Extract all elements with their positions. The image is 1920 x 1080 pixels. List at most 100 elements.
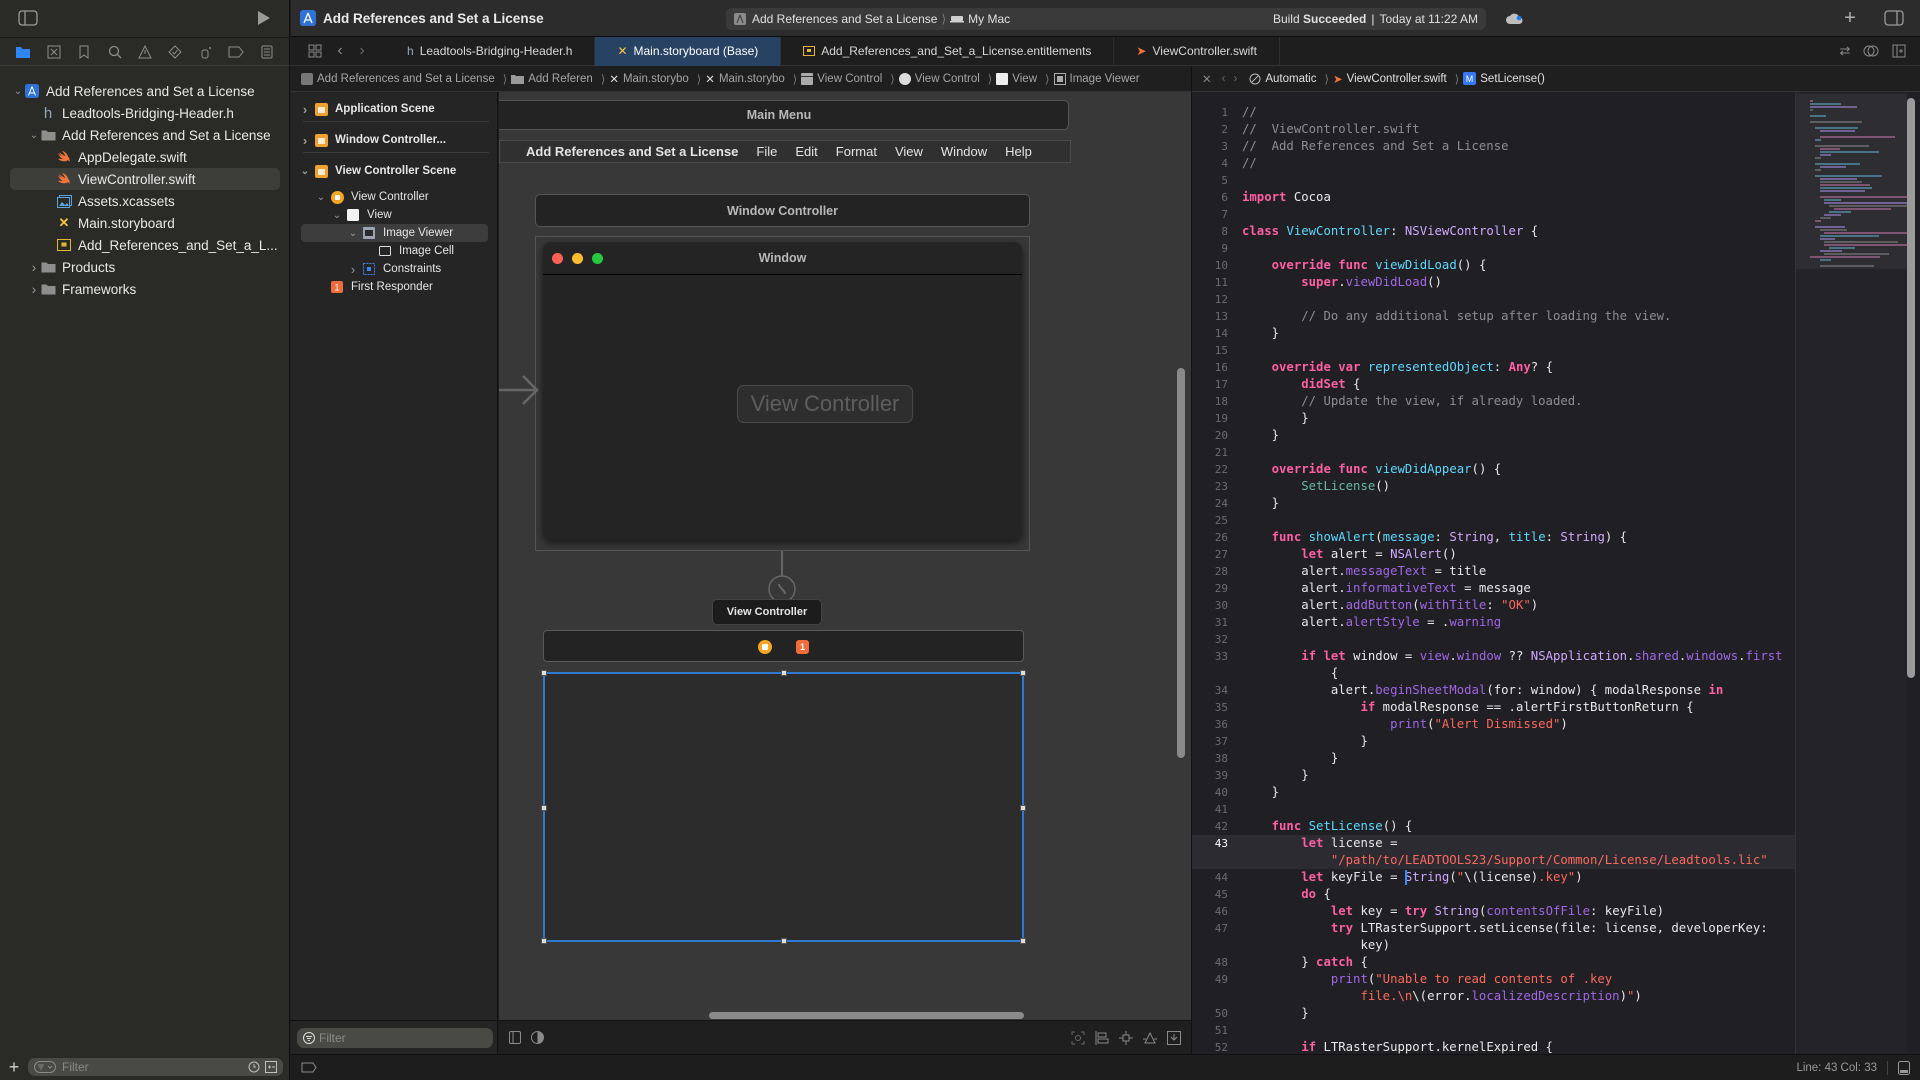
code-line[interactable]: 37 }: [1192, 733, 1798, 750]
resize-handle[interactable]: [1020, 938, 1026, 944]
menu-item[interactable]: Window: [941, 144, 987, 159]
close-editor-icon[interactable]: ✕: [1202, 72, 1212, 86]
tree-item[interactable]: ⌄ Add References and Set a License: [0, 124, 290, 146]
code-line[interactable]: 50 }: [1192, 1005, 1798, 1022]
crumb-file[interactable]: ➤ ViewController.swift: [1333, 72, 1447, 86]
resize-handle[interactable]: [541, 670, 547, 676]
code-line[interactable]: 2 // ViewController.swift: [1192, 121, 1798, 138]
tab-entitlements[interactable]: Add_References_and_Set_a_License.entitle…: [781, 36, 1115, 66]
resize-handle[interactable]: [1020, 805, 1026, 811]
debug-icon[interactable]: [195, 41, 217, 63]
code-line[interactable]: file.\n\(error.localizedDescription)"): [1192, 988, 1798, 1005]
outline-filter-input[interactable]: Filter: [297, 1027, 493, 1048]
chevron-right-icon[interactable]: ›: [347, 262, 359, 277]
tree-item[interactable]: h Leadtools-Bridging-Header.h: [0, 102, 290, 124]
toggle-debug-area-icon[interactable]: [1898, 1060, 1910, 1075]
code-line[interactable]: 11 super.viewDidLoad(): [1192, 274, 1798, 291]
menu-item[interactable]: Edit: [795, 144, 817, 159]
main-menu-scene-title[interactable]: Main Menu: [499, 100, 1069, 130]
canvas-horizontal-scrollbar[interactable]: [709, 1012, 1024, 1019]
tree-item[interactable]: ✕ Main.storyboard: [0, 212, 290, 234]
chevron-right-icon[interactable]: ›: [28, 259, 40, 275]
code-line[interactable]: 47 try LTRasterSupport.setLicense(file: …: [1192, 920, 1798, 937]
entry-point-arrow-icon[interactable]: [499, 372, 539, 408]
run-button[interactable]: [256, 10, 272, 26]
menu-item[interactable]: View: [895, 144, 923, 159]
code-line[interactable]: 51: [1192, 1022, 1798, 1039]
grid-icon[interactable]: [301, 44, 329, 58]
search-icon[interactable]: [104, 41, 126, 63]
menu-item[interactable]: File: [756, 144, 777, 159]
chevron-down-icon[interactable]: ⌄: [299, 166, 311, 177]
debug-area-toggle-icon[interactable]: [301, 1062, 317, 1073]
code-line[interactable]: 33 if let window = view.window ?? NSAppl…: [1192, 648, 1798, 665]
code-line[interactable]: 32: [1192, 631, 1798, 648]
code-line[interactable]: 30 alert.addButton(withTitle: "OK"): [1192, 597, 1798, 614]
menu-app-name[interactable]: Add References and Set a License: [526, 144, 738, 159]
outline-item[interactable]: ⌄ View Controller Scene: [291, 162, 498, 180]
chevron-right-icon[interactable]: ›: [28, 281, 40, 297]
code-line[interactable]: 36 print("Alert Dismissed"): [1192, 716, 1798, 733]
tree-item[interactable]: ViewController.swift: [10, 168, 280, 190]
code-line[interactable]: 41: [1192, 801, 1798, 818]
outline-item[interactable]: 1 First Responder: [291, 278, 498, 296]
minimap-visible-region[interactable]: [1796, 94, 1907, 269]
outline-item[interactable]: › Application Scene: [291, 100, 498, 118]
code-line[interactable]: 18 // Update the view, if already loaded…: [1192, 393, 1798, 410]
window-controller-scene-title[interactable]: Window Controller: [535, 194, 1030, 227]
code-review-icon[interactable]: [1858, 45, 1884, 57]
tab-main-storyboard[interactable]: ✕ Main.storyboard (Base): [595, 36, 782, 66]
tab-bridging-header[interactable]: h Leadtools-Bridging-Header.h: [385, 36, 596, 66]
resize-handle[interactable]: [541, 805, 547, 811]
jump-bar-crumb[interactable]: View Control: [801, 72, 882, 85]
code-line[interactable]: "/path/to/LEADTOOLS23/Support/Common/Lic…: [1192, 852, 1798, 869]
crumb-method[interactable]: M SetLicense(): [1463, 72, 1545, 85]
code-line[interactable]: 6 import Cocoa: [1192, 189, 1798, 206]
code-line[interactable]: 1 //: [1192, 104, 1798, 121]
code-line[interactable]: 8 class ViewController: NSViewController …: [1192, 223, 1798, 240]
code-line[interactable]: 26 func showAlert(message: String, title…: [1192, 529, 1798, 546]
code-line[interactable]: 15: [1192, 342, 1798, 359]
chevron-down-icon[interactable]: ⌄: [331, 210, 343, 221]
toggle-navigator-icon[interactable]: [18, 10, 38, 26]
code-line[interactable]: 31 alert.alertStyle = .warning: [1192, 614, 1798, 631]
swap-editor-icon[interactable]: ⇄: [1832, 43, 1858, 59]
menu-item[interactable]: Format: [836, 144, 877, 159]
forward-icon[interactable]: ›: [351, 42, 373, 60]
menu-item[interactable]: Help: [1005, 144, 1032, 159]
main-menu-bar[interactable]: Add References and Set a License File Edit…: [499, 140, 1071, 163]
jump-bar-crumb[interactable]: Add References and Set a License: [301, 72, 495, 85]
resize-handle[interactable]: [1020, 670, 1026, 676]
code-line[interactable]: 29 alert.informativeText = message: [1192, 580, 1798, 597]
code-line[interactable]: 46 let key = try String(contentsOfFile: …: [1192, 903, 1798, 920]
folder-icon[interactable]: [12, 41, 34, 63]
outline-item[interactable]: › Window Controller...: [291, 131, 498, 149]
source-control-filter-icon[interactable]: [265, 1061, 277, 1073]
canvas-vertical-scrollbar[interactable]: [1177, 368, 1185, 758]
code-line[interactable]: {: [1192, 665, 1798, 682]
code-line[interactable]: 3 // Add References and Set a License: [1192, 138, 1798, 155]
code-line[interactable]: 5: [1192, 172, 1798, 189]
resize-handle[interactable]: [781, 938, 787, 944]
code-line[interactable]: 16 override var representedObject: Any? …: [1192, 359, 1798, 376]
code-line[interactable]: 20 }: [1192, 427, 1798, 444]
chevron-down-icon[interactable]: ⌄: [28, 130, 40, 141]
warning-icon[interactable]: [134, 41, 156, 63]
toggle-inspector-icon[interactable]: [1884, 10, 1904, 26]
code-line[interactable]: 44 let keyFile = String("\(license).key"…: [1192, 869, 1798, 886]
jump-bar-crumb[interactable]: View Control: [898, 72, 980, 85]
add-library-button[interactable]: +: [1840, 7, 1860, 29]
storyboard-canvas[interactable]: Main Menu Add References and Set a Licen…: [499, 92, 1191, 1020]
scheme-target[interactable]: Add References and Set a License: [752, 12, 937, 26]
add-editor-icon[interactable]: [1884, 44, 1914, 58]
code-line[interactable]: 43 let license =: [1192, 835, 1798, 852]
back-icon[interactable]: ‹: [329, 42, 351, 60]
view-controller-dock[interactable]: 1: [543, 630, 1024, 662]
code-line[interactable]: 27 let alert = NSAlert(): [1192, 546, 1798, 563]
chevron-down-icon[interactable]: ⌄: [12, 86, 24, 97]
update-frames-icon[interactable]: [1071, 1031, 1085, 1045]
chevron-down-icon[interactable]: ⌄: [347, 228, 359, 239]
add-constraints-icon[interactable]: [1119, 1030, 1133, 1045]
code-line[interactable]: 34 alert.beginSheetModal(for: window) { …: [1192, 682, 1798, 699]
bookmark-icon[interactable]: [73, 41, 95, 63]
